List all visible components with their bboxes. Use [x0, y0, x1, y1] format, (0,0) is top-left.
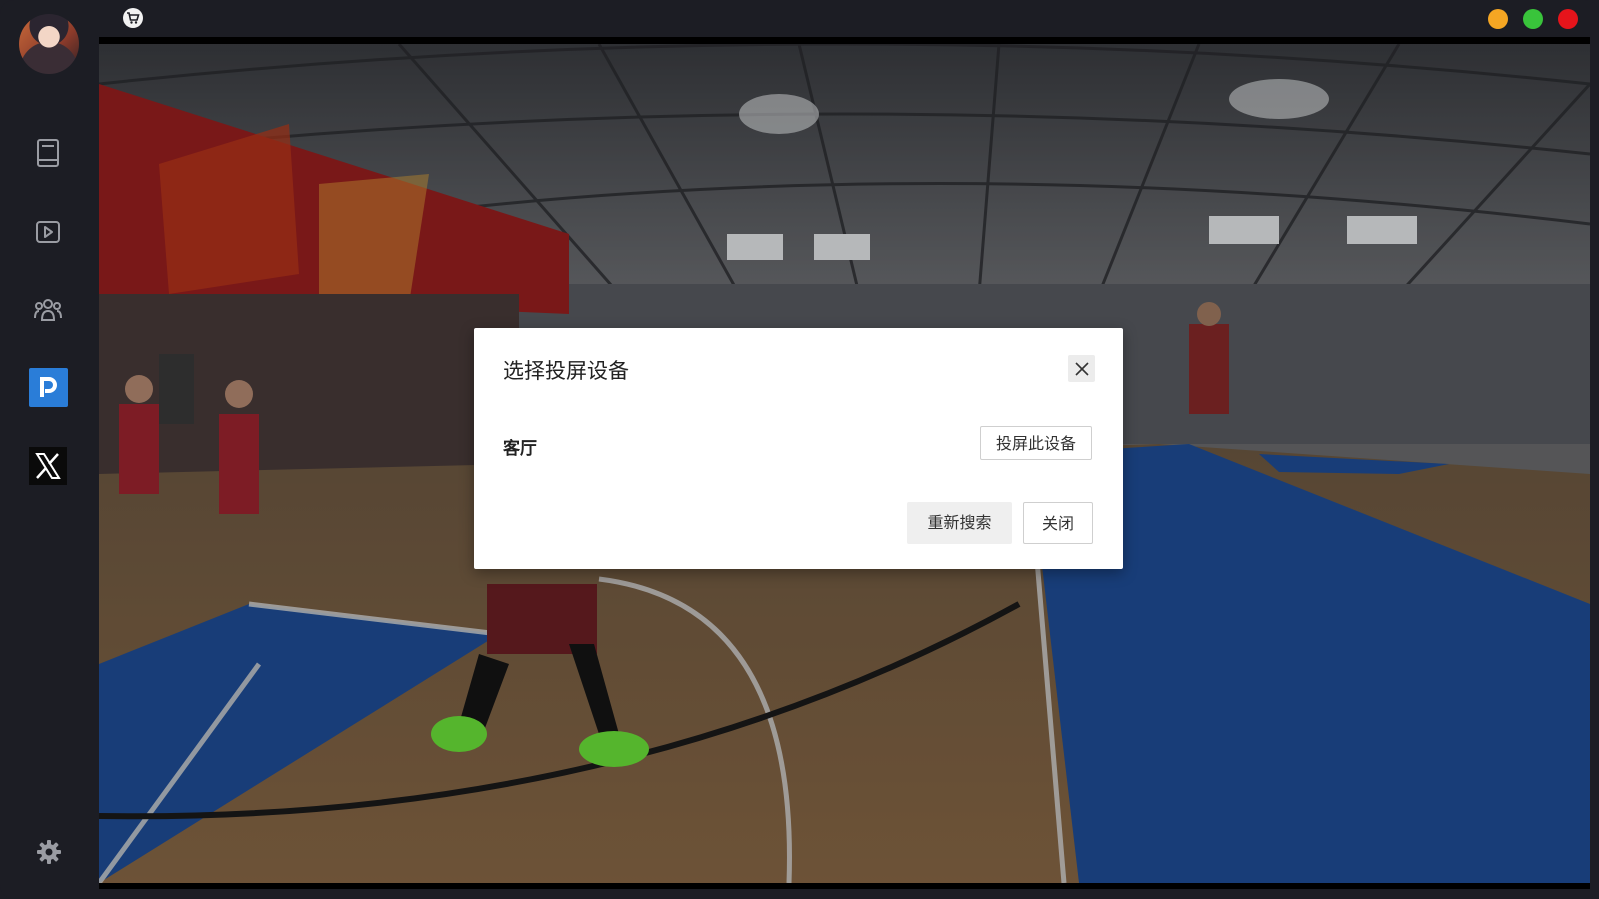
sidebar-item-x[interactable] — [28, 446, 68, 486]
sidebar-item-book[interactable] — [28, 133, 68, 173]
cart-button[interactable] — [123, 8, 143, 28]
research-button[interactable]: 重新搜索 — [907, 502, 1012, 544]
book-icon — [37, 139, 59, 167]
play-icon — [36, 221, 60, 243]
sidebar — [0, 0, 97, 899]
cast-this-device-button[interactable]: 投屏此设备 — [980, 426, 1092, 460]
app-window: 选择投屏设备 客厅 投屏此设备 重新搜索 关闭 — [0, 0, 1599, 899]
cast-device-dialog: 选择投屏设备 客厅 投屏此设备 重新搜索 关闭 — [474, 328, 1123, 569]
gear-icon — [37, 840, 61, 864]
dialog-close-button[interactable] — [1068, 355, 1095, 382]
close-button[interactable]: 关闭 — [1023, 502, 1093, 544]
group-icon — [34, 299, 62, 321]
sidebar-item-community[interactable] — [28, 290, 68, 330]
avatar[interactable] — [19, 14, 79, 74]
x-logo-icon — [29, 447, 67, 485]
close-icon — [1074, 361, 1089, 376]
maximize-button[interactable] — [1523, 9, 1543, 29]
sidebar-item-video[interactable] — [28, 212, 68, 252]
settings-button[interactable] — [35, 838, 63, 866]
p-logo-icon — [28, 367, 68, 407]
dialog-title: 选择投屏设备 — [503, 359, 629, 383]
device-name: 客厅 — [503, 439, 537, 459]
minimize-button[interactable] — [1488, 9, 1508, 29]
sidebar-item-p-app[interactable] — [28, 367, 68, 407]
cart-icon — [127, 12, 140, 24]
close-window-button[interactable] — [1558, 9, 1578, 29]
